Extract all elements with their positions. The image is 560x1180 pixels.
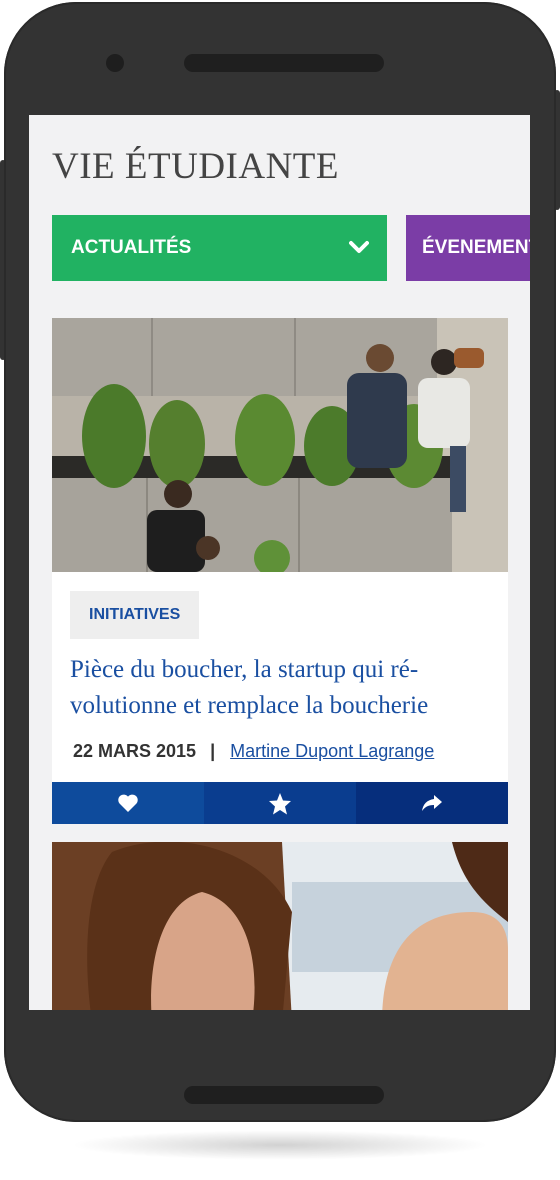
favorite-button[interactable] bbox=[204, 782, 356, 824]
tab-evenements[interactable]: ÉVENEMENTS bbox=[406, 215, 530, 281]
camera-icon bbox=[106, 54, 124, 72]
tab-actualites-label: ACTUALITÉS bbox=[71, 237, 192, 258]
article-meta: 22 MARS 2015 | Martine Dupont Lagrange bbox=[73, 741, 434, 762]
next-article-photo bbox=[52, 842, 508, 1010]
app-screen: VIE ÉTUDIANTE ACTUALITÉS ÉVENEMENTS bbox=[29, 115, 530, 1010]
star-icon bbox=[269, 792, 291, 814]
meta-separator: | bbox=[210, 741, 216, 761]
bottom-speaker bbox=[184, 1086, 384, 1104]
share-button[interactable] bbox=[356, 782, 508, 824]
tab-actualites[interactable]: ACTUALITÉS bbox=[52, 215, 387, 281]
share-icon bbox=[422, 795, 442, 811]
next-article-card[interactable] bbox=[52, 842, 508, 1010]
device-shadow bbox=[70, 1130, 490, 1160]
article-headline[interactable]: Pièce du boucher, la startup qui ré-volu… bbox=[70, 652, 500, 724]
article-date: 22 MARS 2015 bbox=[73, 741, 197, 761]
like-button[interactable] bbox=[52, 782, 204, 824]
top-speaker bbox=[184, 54, 384, 72]
tab-evenements-label: ÉVENEMENTS bbox=[422, 237, 530, 258]
author-link[interactable]: Martine Dupont Lagrange bbox=[230, 741, 434, 762]
heart-icon bbox=[118, 794, 138, 812]
article-photo bbox=[52, 318, 508, 572]
category-tag[interactable]: INITIATIVES bbox=[70, 591, 200, 639]
article-card[interactable]: INITIATIVES Pièce du boucher, la startup… bbox=[52, 318, 508, 824]
chevron-down-icon bbox=[349, 241, 369, 253]
page-title: VIE ÉTUDIANTE bbox=[52, 146, 339, 187]
article-action-bar bbox=[52, 782, 508, 824]
